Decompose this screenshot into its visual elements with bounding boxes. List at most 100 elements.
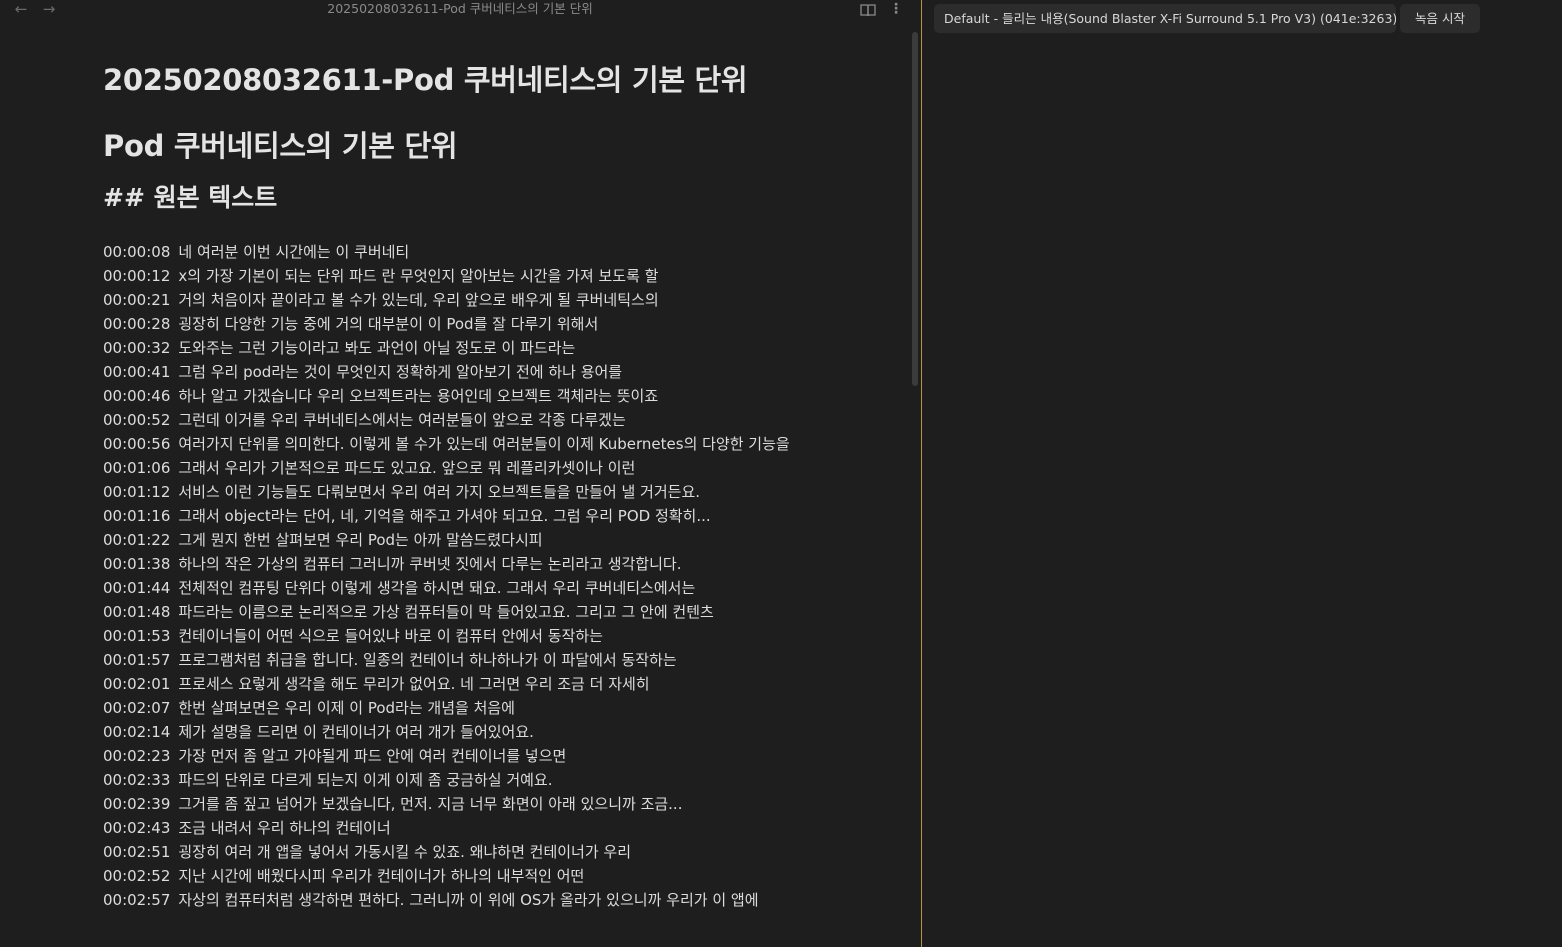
timestamp: 00:01:22	[103, 531, 171, 549]
transcript-line: 00:01:53 컨테이너들이 어떤 식으로 들어있냐 바로 이 컴퓨터 안에서 …	[103, 624, 803, 648]
transcript-text: 그런데 이거를 우리 쿠버네티스에서는 여러분들이 앞으로 각종 다루겠는	[178, 411, 626, 429]
recorder-pane: Default - 들리는 내용(Sound Blaster X-Fi Surr…	[922, 0, 1562, 947]
heading-3: ## 원본 텍스트	[103, 183, 278, 212]
timestamp: 00:01:44	[103, 579, 171, 597]
transcript-text: 제가 설명을 드리면 이 컨테이너가 여러 개가 들어있어요.	[178, 723, 534, 741]
transcript-line: 00:01:12 서비스 이런 기능들도 다뤄보면서 우리 여러 가지 오브젝트들…	[103, 480, 803, 504]
transcript-line: 00:01:16 그래서 object라는 단어, 네, 기억을 해주고 가셔야 …	[103, 504, 803, 528]
transcript-text: 굉장히 여러 개 앱을 넣어서 가동시킬 수 있죠. 왜냐하면 컨테이너가 우리	[178, 843, 632, 861]
transcript-line: 00:00:21 거의 처음이자 끝이라고 볼 수가 있는데, 우리 앞으로 배우…	[103, 288, 803, 312]
transcript-line: 00:00:41 그럼 우리 pod라는 것이 무엇인지 정확하게 알아보기 전에…	[103, 360, 803, 384]
timestamp: 00:01:12	[103, 483, 171, 501]
transcript-line: 00:02:01 프로세스 요렇게 생각을 해도 무리가 없어요. 네 그러면 우…	[103, 672, 803, 696]
timestamp: 00:01:16	[103, 507, 171, 525]
transcript-text: 그게 뭔지 한번 살펴보면 우리 Pod는 아까 말씀드렸다시피	[178, 531, 543, 549]
transcript-line: 00:01:57 프로그램처럼 취급을 합니다. 일종의 컨테이너 하나하나가 이…	[103, 648, 803, 672]
transcript-line: 00:01:38 하나의 작은 가상의 컴퓨터 그러니까 쿠버넷 짓에서 다루는 …	[103, 552, 803, 576]
transcript-line: 00:01:22 그게 뭔지 한번 살펴보면 우리 Pod는 아까 말씀드렸다시피	[103, 528, 803, 552]
transcript-line: 00:00:46 하나 알고 가겠습니다 우리 오브젝트라는 용어인데 오브젝트 …	[103, 384, 803, 408]
transcript-text: 네 여러분 이번 시간에는 이 쿠버네티	[178, 243, 410, 261]
transcript-text: 지난 시간에 배웠다시피 우리가 컨테이너가 하나의 내부적인 어떤	[178, 867, 585, 885]
timestamp: 00:02:52	[103, 867, 171, 885]
transcript-line: 00:00:56 여러가지 단위를 의미한다. 이렇게 볼 수가 있는데 여러분들…	[103, 432, 803, 456]
timestamp: 00:02:23	[103, 747, 171, 765]
transcript-line: 00:02:23 가장 먼저 좀 알고 가야될게 파드 안에 여러 컨테이너를 넣…	[103, 744, 803, 768]
transcript-line: 00:01:06 그래서 우리가 기본적으로 파드도 있고요. 앞으로 뭐 레플리…	[103, 456, 803, 480]
timestamp: 00:02:57	[103, 891, 171, 909]
timestamp: 00:02:01	[103, 675, 171, 693]
editor-scrollbar[interactable]	[912, 32, 918, 947]
app-window: ← → 20250208032611-Pod 쿠버네티스의 기본 단위 ⋮ 20…	[0, 0, 1562, 947]
transcript-text: 하나의 작은 가상의 컴퓨터 그러니까 쿠버넷 짓에서 다루는 논리라고 생각합…	[178, 555, 682, 573]
transcript-text: x의 가장 기본이 되는 단위 파드 란 무엇인지 알아보는 시간을 가져 보도…	[178, 267, 659, 285]
transcript-line: 00:02:39 그거를 좀 짚고 넘어가 보겠습니다, 먼저. 지금 너무 화면…	[103, 792, 803, 816]
editor-header: ← → 20250208032611-Pod 쿠버네티스의 기본 단위 ⋮	[0, 0, 920, 20]
transcript-text: 거의 처음이자 끝이라고 볼 수가 있는데, 우리 앞으로 배우게 될 쿠버네틱…	[178, 291, 659, 309]
transcript-text: 자상의 컴퓨터처럼 생각하면 편하다. 그러니까 이 위에 OS가 올라가 있으…	[178, 891, 759, 909]
transcript-text: 도와주는 그런 기능이라고 봐도 과언이 아닐 정도로 이 파드라는	[178, 339, 576, 357]
transcript-line: 00:00:12 x의 가장 기본이 되는 단위 파드 란 무엇인지 알아보는 시…	[103, 264, 803, 288]
transcript-text: 서비스 이런 기능들도 다뤄보면서 우리 여러 가지 오브젝트들을 만들어 낼 …	[178, 483, 701, 501]
timestamp: 00:01:38	[103, 555, 171, 573]
transcript-line: 00:00:32 도와주는 그런 기능이라고 봐도 과언이 아닐 정도로 이 파드…	[103, 336, 803, 360]
transcript-line: 00:01:48 파드라는 이름으로 논리적으로 가상 컴퓨터들이 막 들어있고요…	[103, 600, 803, 624]
transcript-line: 00:00:08 네 여러분 이번 시간에는 이 쿠버네티	[103, 240, 803, 264]
timestamp: 00:00:41	[103, 363, 171, 381]
transcript-line: 00:02:14 제가 설명을 드리면 이 컨테이너가 여러 개가 들어있어요.	[103, 720, 803, 744]
transcript-text: 그거를 좀 짚고 넘어가 보겠습니다, 먼저. 지금 너무 화면이 아래 있으니…	[178, 795, 683, 813]
timestamp: 00:01:06	[103, 459, 171, 477]
timestamp: 00:00:56	[103, 435, 171, 453]
timestamp: 00:00:32	[103, 339, 171, 357]
transcript-text: 프로그램처럼 취급을 합니다. 일종의 컨테이너 하나하나가 이 파달에서 동작…	[178, 651, 677, 669]
timestamp: 00:01:57	[103, 651, 171, 669]
transcript-text: 가장 먼저 좀 알고 가야될게 파드 안에 여러 컨테이너를 넣으면	[178, 747, 567, 765]
timestamp: 00:00:21	[103, 291, 171, 309]
transcript-line: 00:01:44 전체적인 컴퓨팅 단위다 이렇게 생각을 하시면 돼요. 그래서…	[103, 576, 803, 600]
audio-device-select[interactable]: Default - 들리는 내용(Sound Blaster X-Fi Surr…	[934, 4, 1396, 33]
transcript-text: 조금 내려서 우리 하나의 컨테이너	[178, 819, 391, 837]
timestamp: 00:02:39	[103, 795, 171, 813]
note-content[interactable]: 20250208032611-Pod 쿠버네티스의 기본 단위 Pod 쿠버네티…	[103, 58, 803, 912]
transcript-text: 컨테이너들이 어떤 식으로 들어있냐 바로 이 컴퓨터 안에서 동작하는	[178, 627, 603, 645]
scrollbar-thumb[interactable]	[912, 32, 918, 386]
transcript-line: 00:00:28 굉장히 다양한 기능 중에 거의 대부분이 이 Pod를 잘 다…	[103, 312, 803, 336]
page-title: 20250208032611-Pod 쿠버네티스의 기본 단위	[103, 63, 748, 97]
timestamp: 00:02:33	[103, 771, 171, 789]
timestamp: 00:02:07	[103, 699, 171, 717]
timestamp: 00:02:43	[103, 819, 171, 837]
transcript-text: 파드의 단위로 다르게 되는지 이게 이제 좀 궁금하실 거예요.	[178, 771, 553, 789]
book-open-icon[interactable]	[860, 3, 876, 17]
transcript-text: 그래서 object라는 단어, 네, 기억을 해주고 가셔야 되고요. 그럼 …	[178, 507, 711, 525]
timestamp: 00:00:12	[103, 267, 171, 285]
heading-2: Pod 쿠버네티스의 기본 단위	[103, 129, 458, 163]
transcript-text: 그래서 우리가 기본적으로 파드도 있고요. 앞으로 뭐 레플리카셋이나 이런	[178, 459, 636, 477]
transcript-text: 한번 살펴보면은 우리 이제 이 Pod라는 개념을 처음에	[178, 699, 515, 717]
timestamp: 00:00:28	[103, 315, 171, 333]
transcript-text: 굉장히 다양한 기능 중에 거의 대부분이 이 Pod를 잘 다루기 위해서	[178, 315, 599, 333]
transcript-line: 00:02:43 조금 내려서 우리 하나의 컨테이너	[103, 816, 803, 840]
record-start-button[interactable]: 녹음 시작	[1400, 4, 1480, 33]
transcript-text: 하나 알고 가겠습니다 우리 오브젝트라는 용어인데 오브젝트 객체라는 뜻이죠	[178, 387, 659, 405]
timestamp: 00:02:51	[103, 843, 171, 861]
transcript-line: 00:02:07 한번 살펴보면은 우리 이제 이 Pod라는 개념을 처음에	[103, 696, 803, 720]
editor-pane: ← → 20250208032611-Pod 쿠버네티스의 기본 단위 ⋮ 20…	[0, 0, 920, 947]
timestamp: 00:01:48	[103, 603, 171, 621]
transcript-text: 파드라는 이름으로 논리적으로 가상 컴퓨터들이 막 들어있고요. 그리고 그 …	[178, 603, 714, 621]
transcript-line: 00:02:57 자상의 컴퓨터처럼 생각하면 편하다. 그러니까 이 위에 OS…	[103, 888, 803, 912]
more-vertical-icon[interactable]: ⋮	[888, 1, 904, 19]
transcript-line: 00:00:52 그런데 이거를 우리 쿠버네티스에서는 여러분들이 앞으로 각종…	[103, 408, 803, 432]
timestamp: 00:01:53	[103, 627, 171, 645]
timestamp: 00:00:08	[103, 243, 171, 261]
timestamp: 00:00:46	[103, 387, 171, 405]
transcript-line: 00:02:51 굉장히 여러 개 앱을 넣어서 가동시킬 수 있죠. 왜냐하면 …	[103, 840, 803, 864]
transcript-line: 00:02:33 파드의 단위로 다르게 되는지 이게 이제 좀 궁금하실 거예요…	[103, 768, 803, 792]
note-title: 20250208032611-Pod 쿠버네티스의 기본 단위	[327, 1, 593, 16]
transcript-text: 전체적인 컴퓨팅 단위다 이렇게 생각을 하시면 돼요. 그래서 우리 쿠버네티…	[178, 579, 696, 597]
timestamp: 00:00:52	[103, 411, 171, 429]
transcript-text: 프로세스 요렇게 생각을 해도 무리가 없어요. 네 그러면 우리 조금 더 자…	[178, 675, 650, 693]
transcript-text: 여러가지 단위를 의미한다. 이렇게 볼 수가 있는데 여러분들이 이제 Kub…	[178, 435, 790, 453]
timestamp: 00:02:14	[103, 723, 171, 741]
transcript-line: 00:02:52 지난 시간에 배웠다시피 우리가 컨테이너가 하나의 내부적인 …	[103, 864, 803, 888]
transcript-text: 그럼 우리 pod라는 것이 무엇인지 정확하게 알아보기 전에 하나 용어를	[178, 363, 623, 381]
transcript-list: 00:00:08 네 여러분 이번 시간에는 이 쿠버네티 00:00:12 x의 가…	[103, 240, 803, 912]
